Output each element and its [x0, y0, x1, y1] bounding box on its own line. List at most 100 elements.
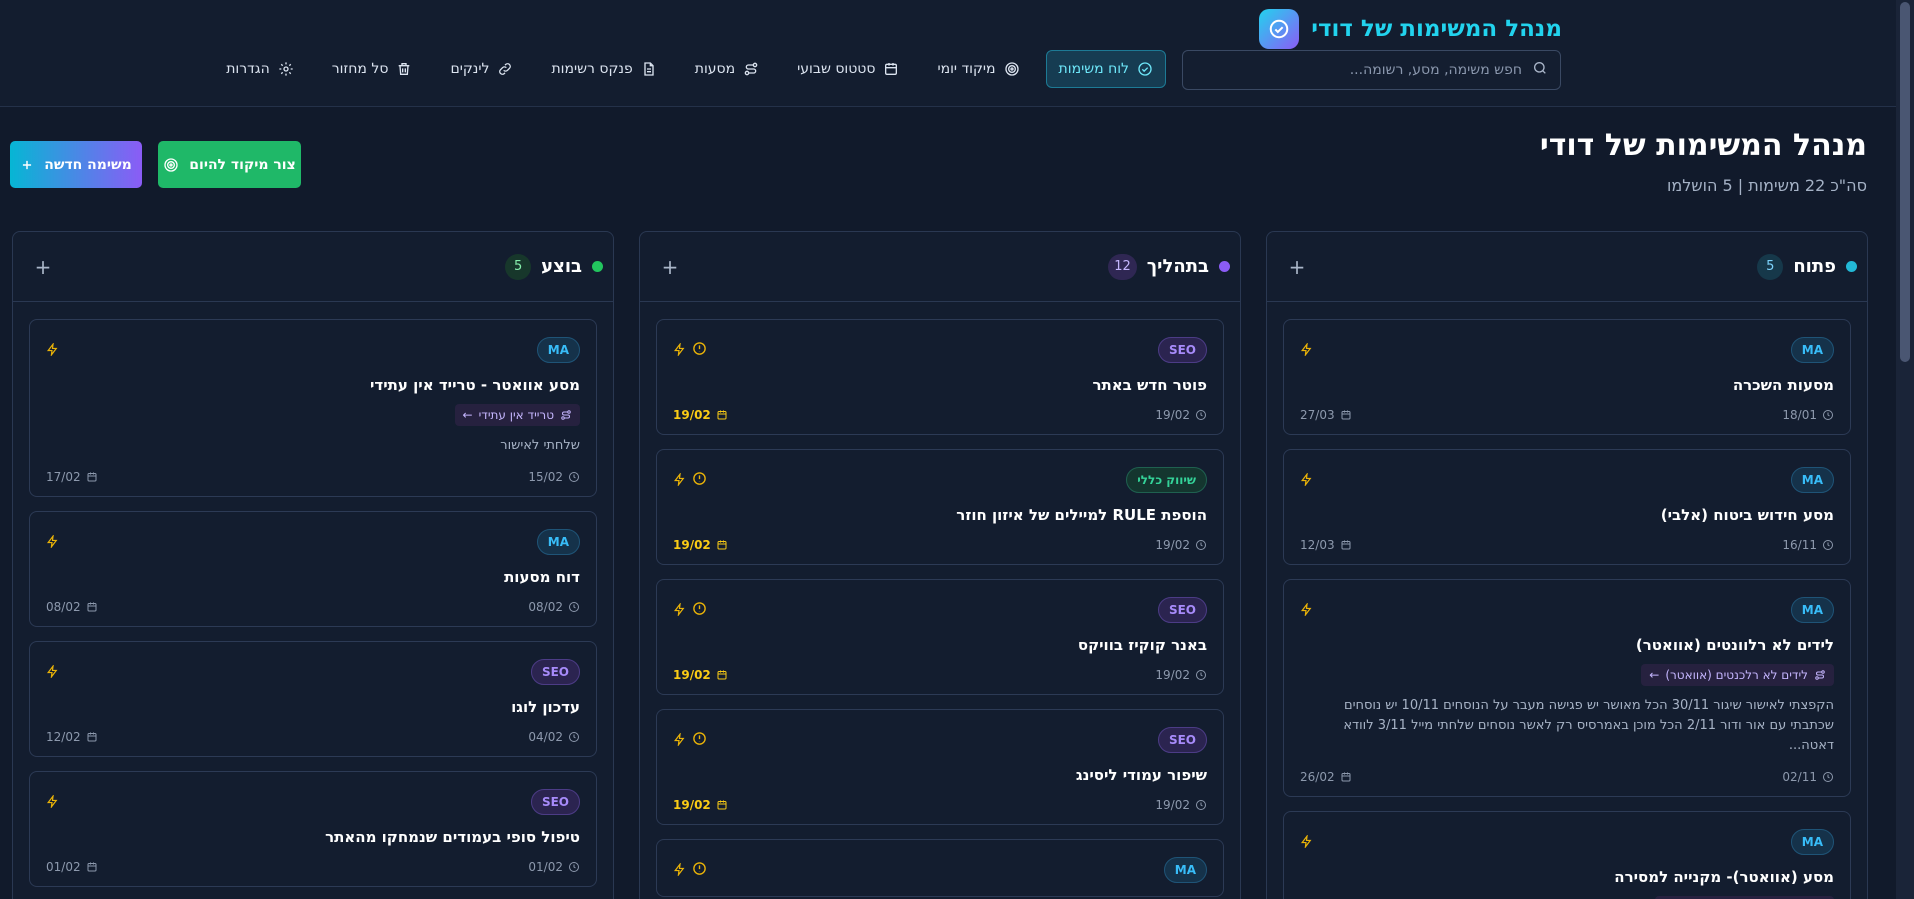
nav-weekly-status[interactable]: סטטוס שבועי — [785, 50, 911, 88]
card-footer: 18/01 27/03 — [1300, 408, 1834, 422]
task-card[interactable]: SEO עדכון לוגו 04/02 12/02 — [29, 641, 597, 757]
search-box[interactable] — [1182, 50, 1561, 90]
due-date: 19/02 — [673, 538, 728, 552]
route-icon — [744, 62, 758, 76]
nav-label: הגדרות — [226, 61, 270, 77]
calendar-icon — [1341, 540, 1351, 550]
column-body: MA מסע אוואטר - טרייד אין עתידי טרייד אין… — [13, 302, 613, 887]
column-2: בוצע 5 + MA מסע אוואטר - טרייד אין עתידי… — [12, 231, 614, 899]
due-date-text: 12/03 — [1300, 538, 1335, 552]
card-icons — [46, 341, 59, 360]
created-date: 15/02 — [528, 470, 580, 484]
column-title: בוצע — [541, 256, 582, 277]
created-date-text: 15/02 — [528, 470, 563, 484]
check-circle-icon — [1138, 62, 1152, 76]
bolt-icon — [46, 663, 59, 682]
calendar-icon — [1341, 410, 1351, 420]
column-title: פתוח — [1793, 256, 1836, 277]
create-focus-button[interactable]: צור מיקוד להיום — [158, 141, 301, 188]
task-card[interactable]: MA מסע (אוואטר)- מקנייה למסירהמקנייה למס… — [1283, 811, 1851, 899]
task-card[interactable]: MA דוח מסעות 08/02 08/02 — [29, 511, 597, 627]
column-count: 5 — [505, 253, 532, 280]
task-summary: סה"כ 22 משימות | 5 הושלמו — [1666, 176, 1867, 195]
created-date: 19/02 — [1155, 798, 1207, 812]
task-card[interactable]: SEO שיפור עמודי ליסינג 19/02 19/02 — [656, 709, 1224, 825]
scrollbar-thumb[interactable] — [1900, 2, 1910, 362]
created-date-text: 19/02 — [1155, 798, 1190, 812]
created-date-text: 19/02 — [1155, 668, 1190, 682]
task-card[interactable]: SEO באנר קוקיז בוויקס 19/02 19/02 — [656, 579, 1224, 695]
alert-icon — [692, 601, 707, 620]
due-date: 19/02 — [673, 408, 728, 422]
task-title: הוספת RULE למיילים של איזון חוזר — [956, 506, 1207, 524]
new-task-button[interactable]: משימה חדשה — [10, 141, 142, 188]
card-icons — [46, 793, 59, 812]
link-icon — [499, 63, 512, 75]
nav-recycle-bin[interactable]: סל מחזור — [320, 50, 425, 88]
task-card[interactable]: MA מסע אוואטר - טרייד אין עתידי טרייד אין… — [29, 319, 597, 497]
card-icons — [1300, 341, 1313, 360]
nav-notebook[interactable]: פנקס רשימות — [539, 50, 668, 88]
nav-label: סטטוס שבועי — [797, 61, 876, 77]
clock-icon — [1196, 800, 1206, 810]
nav-journeys[interactable]: מסעות — [683, 50, 771, 88]
nav-label: לוח משימות — [1058, 61, 1129, 77]
nav-settings[interactable]: הגדרות — [214, 50, 305, 88]
calendar-icon — [717, 410, 727, 420]
created-date-text: 04/02 — [528, 730, 563, 744]
task-card[interactable]: SEO פוטר חדש באתר 19/02 19/02 — [656, 319, 1224, 435]
task-title: מסעות השכרה — [1732, 376, 1834, 394]
task-card[interactable]: MA מסעות השכרה 18/01 27/03 — [1283, 319, 1851, 435]
category-tag: MA — [536, 529, 580, 555]
search-input[interactable] — [1195, 62, 1522, 78]
arrow-left-icon: ← — [462, 408, 473, 422]
target-icon — [164, 157, 178, 172]
card-icons — [673, 601, 707, 620]
nav-label: סל מחזור — [331, 61, 389, 77]
add-task-icon[interactable]: + — [1285, 255, 1309, 279]
due-date-text: 27/03 — [1300, 408, 1335, 422]
calendar-icon — [87, 862, 97, 872]
column-body: MA מסעות השכרה 18/01 27/03 MA מסע חידוש … — [1267, 302, 1867, 899]
add-task-icon[interactable]: + — [31, 255, 55, 279]
card-footer: 19/02 19/02 — [673, 538, 1207, 552]
clock-icon — [1196, 670, 1206, 680]
card-footer: 15/02 17/02 — [46, 470, 580, 484]
task-card[interactable]: SEO טיפול סופי בעמודים שנמחקו מהאתר 01/0… — [29, 771, 597, 887]
task-title: לידים לא רלוונטים (אוואטר) — [1635, 636, 1834, 654]
card-icons — [673, 861, 707, 880]
bolt-icon — [1300, 471, 1313, 490]
nav-task-board[interactable]: לוח משימות — [1045, 50, 1166, 88]
task-card[interactable]: שיווק כללי הוספת RULE למיילים של איזון ח… — [656, 449, 1224, 565]
clock-icon — [569, 732, 579, 742]
bolt-icon — [46, 793, 59, 812]
journey-chip[interactable]: טרייד אין עתידי ← — [454, 404, 580, 426]
column-0: פתוח 5 + MA מסעות השכרה 18/01 27/03 MA מ… — [1266, 231, 1868, 899]
nav-links[interactable]: לינקים — [438, 50, 525, 88]
create-focus-label: צור מיקוד להיום — [189, 156, 296, 173]
brand[interactable]: מנהל המשימות של דודי — [1259, 9, 1562, 49]
due-date: 19/02 — [673, 798, 728, 812]
clock-icon — [569, 602, 579, 612]
card-footer: 01/02 01/02 — [46, 860, 580, 874]
created-date-text: 01/02 — [528, 860, 563, 874]
created-date: 19/02 — [1155, 408, 1207, 422]
due-date: 26/02 — [1300, 770, 1352, 784]
card-icons — [1300, 471, 1313, 490]
column-body: SEO פוטר חדש באתר 19/02 19/02 שיווק כללי… — [640, 302, 1240, 897]
page-scrollbar[interactable] — [1896, 0, 1914, 899]
column-header: בוצע 5 + — [13, 232, 613, 302]
new-task-label: משימה חדשה — [44, 156, 132, 173]
created-date-text: 18/01 — [1782, 408, 1817, 422]
task-card[interactable]: MA מסע חידוש ביטוח (אלבי) 16/11 12/03 — [1283, 449, 1851, 565]
document-icon — [644, 62, 654, 76]
category-tag: MA — [1790, 467, 1834, 493]
nav-daily-focus[interactable]: מיקוד יומי — [925, 50, 1031, 88]
nav-label: פנקס רשימות — [551, 61, 633, 77]
add-task-icon[interactable]: + — [658, 255, 682, 279]
bolt-icon — [1300, 833, 1313, 852]
task-card[interactable]: MA לידים לא רלוונטים (אוואטר) לידים לא רל… — [1283, 579, 1851, 797]
task-card[interactable]: MA — [656, 839, 1224, 897]
journey-chip[interactable]: לידים לא רלכנטים (אוואטר) ← — [1641, 664, 1834, 686]
task-description: שלחתי לאישור — [500, 438, 580, 453]
